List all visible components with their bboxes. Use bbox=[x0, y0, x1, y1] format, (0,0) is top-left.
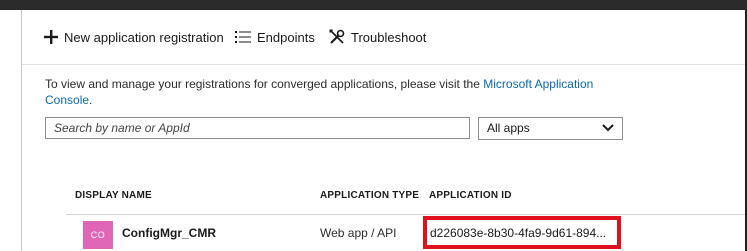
link-text-line2: Console bbox=[45, 93, 90, 107]
new-application-registration-label: New application registration bbox=[64, 29, 224, 45]
troubleshoot-button[interactable]: Troubleshoot bbox=[329, 27, 426, 47]
endpoints-button[interactable]: Endpoints bbox=[235, 27, 315, 47]
app-type: Web app / API bbox=[320, 226, 397, 240]
column-header-application-type[interactable]: APPLICATION TYPE bbox=[320, 190, 419, 201]
info-text-body: To view and manage your registrations fo… bbox=[45, 77, 484, 91]
column-header-display-name[interactable]: DISPLAY NAME bbox=[75, 190, 152, 201]
command-bar: New application registration Endpoints T… bbox=[22, 10, 745, 65]
table-row[interactable]: CO ConfigMgr_CMR Web app / API d226083e-… bbox=[66, 215, 745, 251]
info-text: To view and manage your registrations fo… bbox=[45, 76, 615, 108]
plus-icon bbox=[44, 30, 58, 44]
app-filter-value: All apps bbox=[487, 121, 530, 135]
app-filter-dropdown[interactable]: All apps bbox=[478, 117, 623, 140]
tools-icon bbox=[329, 29, 345, 44]
highlight-box bbox=[423, 216, 621, 249]
search-input[interactable] bbox=[45, 117, 470, 139]
info-trailing: . bbox=[89, 93, 93, 107]
app-display-name: ConfigMgr_CMR bbox=[122, 226, 216, 240]
chevron-down-icon bbox=[602, 124, 614, 132]
endpoints-label: Endpoints bbox=[257, 29, 315, 45]
troubleshoot-label: Troubleshoot bbox=[351, 29, 427, 45]
link-text-line1: Microsoft Application bbox=[483, 77, 594, 91]
column-header-application-id[interactable]: APPLICATION ID bbox=[429, 190, 512, 201]
new-application-registration-button[interactable]: New application registration bbox=[44, 27, 224, 47]
app-avatar: CO bbox=[83, 221, 113, 249]
list-icon bbox=[235, 31, 251, 43]
top-bar bbox=[0, 0, 747, 10]
